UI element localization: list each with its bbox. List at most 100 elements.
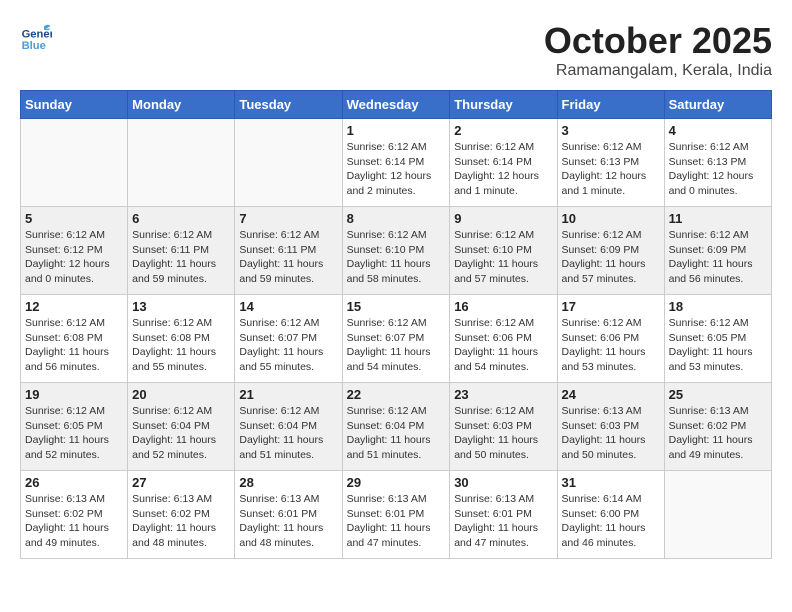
day-number: 28: [239, 475, 337, 490]
day-number: 16: [454, 299, 552, 314]
logo: General Blue: [20, 20, 52, 52]
day-info: Sunrise: 6:12 AM Sunset: 6:05 PM Dayligh…: [669, 316, 767, 375]
calendar-day-cell: 7 Sunrise: 6:12 AM Sunset: 6:11 PM Daylig…: [235, 207, 342, 295]
calendar-day-cell: 26 Sunrise: 6:13 AM Sunset: 6:02 PM Dayli…: [21, 471, 128, 559]
day-number: 30: [454, 475, 552, 490]
calendar-day-cell: 13 Sunrise: 6:12 AM Sunset: 6:08 PM Dayli…: [128, 295, 235, 383]
weekday-header: Tuesday: [235, 91, 342, 119]
day-number: 26: [25, 475, 123, 490]
calendar-day-cell: [128, 119, 235, 207]
day-info: Sunrise: 6:13 AM Sunset: 6:02 PM Dayligh…: [25, 492, 123, 551]
day-info: Sunrise: 6:12 AM Sunset: 6:08 PM Dayligh…: [25, 316, 123, 375]
day-info: Sunrise: 6:12 AM Sunset: 6:13 PM Dayligh…: [562, 140, 660, 199]
calendar-day-cell: 14Sunrise: 6:12 AM Sunset: 6:07 PM Dayli…: [235, 295, 342, 383]
calendar-week-row: 1 Sunrise: 6:12 AM Sunset: 6:14 PM Daylig…: [21, 119, 772, 207]
day-info: Sunrise: 6:13 AM Sunset: 6:02 PM Dayligh…: [132, 492, 230, 551]
month-title: October 2025: [544, 20, 772, 62]
calendar-day-cell: [235, 119, 342, 207]
day-number: 1: [347, 123, 446, 138]
day-info: Sunrise: 6:12 AM Sunset: 6:12 PM Dayligh…: [25, 228, 123, 287]
day-number: 3: [562, 123, 660, 138]
day-info: Sunrise: 6:12 AM Sunset: 6:07 PM Dayligh…: [347, 316, 446, 375]
day-info: Sunrise: 6:12 AM Sunset: 6:09 PM Dayligh…: [669, 228, 767, 287]
day-info: Sunrise: 6:12 AM Sunset: 6:14 PM Dayligh…: [454, 140, 552, 199]
day-info: Sunrise: 6:12 AM Sunset: 6:04 PM Dayligh…: [347, 404, 446, 463]
day-info: Sunrise: 6:12 AM Sunset: 6:08 PM Dayligh…: [132, 316, 230, 375]
calendar-day-cell: 3 Sunrise: 6:12 AM Sunset: 6:13 PM Daylig…: [557, 119, 664, 207]
svg-text:General: General: [22, 29, 52, 41]
day-number: 4: [669, 123, 767, 138]
day-info: Sunrise: 6:14 AM Sunset: 6:00 PM Dayligh…: [562, 492, 660, 551]
calendar-day-cell: 12 Sunrise: 6:12 AM Sunset: 6:08 PM Dayli…: [21, 295, 128, 383]
calendar-day-cell: 31 Sunrise: 6:14 AM Sunset: 6:00 PM Dayli…: [557, 471, 664, 559]
title-section: October 2025 Ramamangalam, Kerala, India: [544, 20, 772, 80]
day-number: 24: [562, 387, 660, 402]
day-number: 31: [562, 475, 660, 490]
calendar-day-cell: 5 Sunrise: 6:12 AM Sunset: 6:12 PM Daylig…: [21, 207, 128, 295]
calendar-week-row: 26 Sunrise: 6:13 AM Sunset: 6:02 PM Dayli…: [21, 471, 772, 559]
day-info: Sunrise: 6:12 AM Sunset: 6:11 PM Dayligh…: [132, 228, 230, 287]
calendar-day-cell: 19Sunrise: 6:12 AM Sunset: 6:05 PM Dayli…: [21, 383, 128, 471]
weekday-header: Wednesday: [342, 91, 450, 119]
calendar-day-cell: [664, 471, 771, 559]
day-number: 8: [347, 211, 446, 226]
calendar-day-cell: 30 Sunrise: 6:13 AM Sunset: 6:01 PM Dayli…: [450, 471, 557, 559]
day-number: 18: [669, 299, 767, 314]
day-info: Sunrise: 6:12 AM Sunset: 6:04 PM Dayligh…: [239, 404, 337, 463]
day-info: Sunrise: 6:12 AM Sunset: 6:14 PM Dayligh…: [347, 140, 446, 199]
calendar-day-cell: 18 Sunrise: 6:12 AM Sunset: 6:05 PM Dayli…: [664, 295, 771, 383]
calendar-day-cell: 17 Sunrise: 6:12 AM Sunset: 6:06 PM Dayli…: [557, 295, 664, 383]
calendar-day-cell: 27 Sunrise: 6:13 AM Sunset: 6:02 PM Dayli…: [128, 471, 235, 559]
day-info: Sunrise: 6:12 AM Sunset: 6:11 PM Dayligh…: [239, 228, 337, 287]
calendar-week-row: 5 Sunrise: 6:12 AM Sunset: 6:12 PM Daylig…: [21, 207, 772, 295]
day-info: Sunrise: 6:12 AM Sunset: 6:10 PM Dayligh…: [347, 228, 446, 287]
day-info: Sunrise: 6:13 AM Sunset: 6:02 PM Dayligh…: [669, 404, 767, 463]
day-number: 5: [25, 211, 123, 226]
svg-text:Blue: Blue: [22, 40, 46, 52]
calendar-day-cell: 25Sunrise: 6:13 AM Sunset: 6:02 PM Dayli…: [664, 383, 771, 471]
day-info: Sunrise: 6:13 AM Sunset: 6:01 PM Dayligh…: [239, 492, 337, 551]
day-info: Sunrise: 6:12 AM Sunset: 6:05 PM Dayligh…: [25, 404, 123, 463]
day-number: 13: [132, 299, 230, 314]
calendar-day-cell: 16 Sunrise: 6:12 AM Sunset: 6:06 PM Dayli…: [450, 295, 557, 383]
day-number: 9: [454, 211, 552, 226]
calendar-day-cell: 29Sunrise: 6:13 AM Sunset: 6:01 PM Dayli…: [342, 471, 450, 559]
calendar-table: SundayMondayTuesdayWednesdayThursdayFrid…: [20, 90, 772, 559]
day-info: Sunrise: 6:12 AM Sunset: 6:13 PM Dayligh…: [669, 140, 767, 199]
day-number: 15: [347, 299, 446, 314]
day-number: 27: [132, 475, 230, 490]
day-info: Sunrise: 6:12 AM Sunset: 6:06 PM Dayligh…: [562, 316, 660, 375]
weekday-header: Sunday: [21, 91, 128, 119]
calendar-day-cell: 1 Sunrise: 6:12 AM Sunset: 6:14 PM Daylig…: [342, 119, 450, 207]
calendar-day-cell: 6 Sunrise: 6:12 AM Sunset: 6:11 PM Daylig…: [128, 207, 235, 295]
calendar-day-cell: 20 Sunrise: 6:12 AM Sunset: 6:04 PM Dayli…: [128, 383, 235, 471]
day-number: 23: [454, 387, 552, 402]
weekday-header: Saturday: [664, 91, 771, 119]
day-number: 29: [347, 475, 446, 490]
day-number: 17: [562, 299, 660, 314]
calendar-day-cell: [21, 119, 128, 207]
day-info: Sunrise: 6:12 AM Sunset: 6:06 PM Dayligh…: [454, 316, 552, 375]
day-number: 10: [562, 211, 660, 226]
calendar-day-cell: 4 Sunrise: 6:12 AM Sunset: 6:13 PM Daylig…: [664, 119, 771, 207]
location-subtitle: Ramamangalam, Kerala, India: [544, 62, 772, 80]
day-number: 7: [239, 211, 337, 226]
calendar-day-cell: 10Sunrise: 6:12 AM Sunset: 6:09 PM Dayli…: [557, 207, 664, 295]
day-number: 21: [239, 387, 337, 402]
weekday-header: Friday: [557, 91, 664, 119]
calendar-day-cell: 9 Sunrise: 6:12 AM Sunset: 6:10 PM Daylig…: [450, 207, 557, 295]
day-info: Sunrise: 6:12 AM Sunset: 6:10 PM Dayligh…: [454, 228, 552, 287]
calendar-day-cell: 24Sunrise: 6:13 AM Sunset: 6:03 PM Dayli…: [557, 383, 664, 471]
day-info: Sunrise: 6:12 AM Sunset: 6:04 PM Dayligh…: [132, 404, 230, 463]
day-number: 14: [239, 299, 337, 314]
calendar-day-cell: 11 Sunrise: 6:12 AM Sunset: 6:09 PM Dayli…: [664, 207, 771, 295]
calendar-day-cell: 28 Sunrise: 6:13 AM Sunset: 6:01 PM Dayli…: [235, 471, 342, 559]
day-number: 6: [132, 211, 230, 226]
day-number: 11: [669, 211, 767, 226]
calendar-day-cell: 15 Sunrise: 6:12 AM Sunset: 6:07 PM Dayli…: [342, 295, 450, 383]
day-number: 12: [25, 299, 123, 314]
calendar-day-cell: 23Sunrise: 6:12 AM Sunset: 6:03 PM Dayli…: [450, 383, 557, 471]
day-number: 20: [132, 387, 230, 402]
calendar-day-cell: 2Sunrise: 6:12 AM Sunset: 6:14 PM Daylig…: [450, 119, 557, 207]
day-info: Sunrise: 6:13 AM Sunset: 6:01 PM Dayligh…: [454, 492, 552, 551]
